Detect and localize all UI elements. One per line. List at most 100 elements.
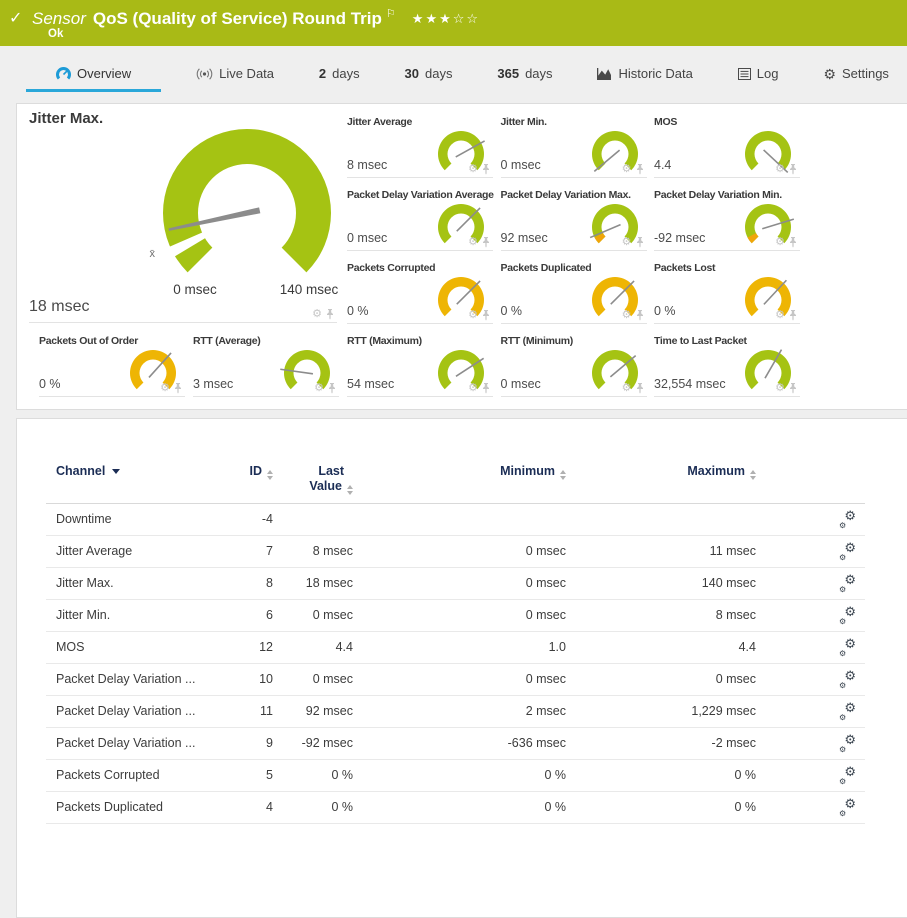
gear-icon[interactable]: ⚙ xyxy=(622,383,632,394)
gauge-title: Packet Delay Variation Min. xyxy=(654,189,782,201)
tab-settings[interactable]: ⚙ Settings xyxy=(813,57,899,92)
pin-icon[interactable] xyxy=(636,164,644,175)
tab-historic-data[interactable]: Historic Data xyxy=(587,57,702,92)
gauge-max-label: 140 msec xyxy=(280,282,339,297)
gauge-title: MOS xyxy=(654,116,677,128)
gauge-value: 92 msec xyxy=(501,231,548,245)
minimum-cell: 0 msec xyxy=(353,600,566,631)
log-icon xyxy=(738,68,751,80)
channel-settings-gears-icon[interactable]: ⚙⚙ xyxy=(839,608,856,624)
status-ok-check-icon: ✓ xyxy=(9,8,22,28)
gauges-panel: Jitter Max.18 msecx̄0 msec140 msec⚙Jitte… xyxy=(16,103,907,410)
gauge-cell: Jitter Average8 msec⚙ xyxy=(347,116,493,178)
gauge-icon xyxy=(56,67,71,80)
gauge-value: 32,554 msec xyxy=(654,377,726,391)
gear-icon[interactable]: ⚙ xyxy=(314,383,324,394)
channel-settings-gears-icon[interactable]: ⚙⚙ xyxy=(839,672,856,688)
pin-icon[interactable] xyxy=(636,383,644,394)
pin-icon[interactable] xyxy=(636,237,644,248)
id-cell: 4 xyxy=(226,792,273,823)
maximum-cell: 8 msec xyxy=(566,600,756,631)
gauge-cell: Packets Out of Order0 %⚙ xyxy=(39,335,185,397)
priority-stars[interactable]: ★★★☆☆ xyxy=(412,11,480,26)
gauge-value: 0 msec xyxy=(501,377,541,391)
pin-icon[interactable] xyxy=(328,383,336,394)
channel-settings-gears-icon[interactable]: ⚙⚙ xyxy=(839,800,856,816)
tab-365-days[interactable]: 365 days xyxy=(487,57,562,92)
channel-name-cell: Jitter Min. xyxy=(46,600,226,631)
priority-flag-icon[interactable]: ⚐ xyxy=(386,8,396,20)
pin-icon[interactable] xyxy=(482,164,490,175)
channel-name-cell: Packet Delay Variation ... xyxy=(46,664,226,695)
gear-icon[interactable]: ⚙ xyxy=(622,164,632,175)
channel-name-cell: Jitter Max. xyxy=(46,568,226,599)
gauge-cell: Packet Delay Variation Average0 msec⚙ xyxy=(347,189,493,251)
pin-icon[interactable] xyxy=(789,164,797,175)
gear-icon[interactable]: ⚙ xyxy=(468,383,478,394)
gauge-title: Packets Out of Order xyxy=(39,335,138,347)
column-header-channel[interactable]: Channel xyxy=(46,464,120,479)
id-cell: 8 xyxy=(226,568,273,599)
gauge-title: RTT (Maximum) xyxy=(347,335,422,347)
tab-2-days[interactable]: 2 days xyxy=(309,57,370,92)
channel-name-cell: Packet Delay Variation ... xyxy=(46,728,226,759)
tab-overview[interactable]: Overview xyxy=(26,57,161,92)
gear-icon[interactable]: ⚙ xyxy=(775,310,785,321)
column-header-minimum[interactable]: Minimum xyxy=(500,464,566,480)
gear-icon[interactable]: ⚙ xyxy=(622,237,632,248)
gear-icon: ⚙ xyxy=(823,67,836,81)
pin-icon[interactable] xyxy=(482,383,490,394)
channel-settings-gears-icon[interactable]: ⚙⚙ xyxy=(839,704,856,720)
minimum-cell: 0 % xyxy=(353,792,566,823)
last-value-cell: 92 msec xyxy=(273,696,353,727)
gauge-title: Packets Lost xyxy=(654,262,715,274)
gear-icon[interactable]: ⚙ xyxy=(775,383,785,394)
gauge-value: 3 msec xyxy=(193,377,233,391)
sort-arrows-icon xyxy=(267,470,273,480)
column-header-maximum[interactable]: Maximum xyxy=(687,464,756,480)
gauge-cell: Packets Corrupted 0 % ⚙ xyxy=(347,262,493,324)
column-header-last-value[interactable]: LastValue xyxy=(309,464,353,495)
channel-settings-gears-icon[interactable]: ⚙⚙ xyxy=(839,544,856,560)
pin-icon[interactable] xyxy=(482,237,490,248)
channel-settings-gears-icon[interactable]: ⚙⚙ xyxy=(839,640,856,656)
tab-bar: Overview Live Data 2 days 30 days 365 da… xyxy=(0,46,907,92)
gauge-value: 0 msec xyxy=(501,158,541,172)
gear-icon[interactable]: ⚙ xyxy=(468,237,478,248)
channel-settings-gears-icon[interactable]: ⚙⚙ xyxy=(839,736,856,752)
gauge-title: Packets Corrupted xyxy=(347,262,435,274)
channel-table-panel: Channel ID LastValue Minimum Maximum Dow… xyxy=(16,418,907,918)
gear-icon[interactable]: ⚙ xyxy=(468,164,478,175)
pin-icon[interactable] xyxy=(636,310,644,321)
channel-settings-gears-icon[interactable]: ⚙⚙ xyxy=(839,768,856,784)
gear-icon[interactable]: ⚙ xyxy=(468,310,478,321)
sort-arrows-icon xyxy=(347,485,353,495)
gear-icon[interactable]: ⚙ xyxy=(160,383,170,394)
gauge-title: Time to Last Packet xyxy=(654,335,747,347)
maximum-cell: 1,229 msec xyxy=(566,696,756,727)
gauge-min-label: 0 msec xyxy=(173,282,217,297)
pin-icon[interactable] xyxy=(789,310,797,321)
pin-icon[interactable] xyxy=(326,309,334,320)
channel-table: Channel ID LastValue Minimum Maximum Dow… xyxy=(46,464,865,824)
gauge-value: 0 % xyxy=(654,304,676,318)
pin-icon[interactable] xyxy=(174,383,182,394)
gear-icon[interactable]: ⚙ xyxy=(622,310,632,321)
gauge-value: 18 msec xyxy=(29,298,89,316)
gauge-value: 0 % xyxy=(347,304,369,318)
gear-icon[interactable]: ⚙ xyxy=(775,237,785,248)
tab-live-data[interactable]: Live Data xyxy=(186,57,284,92)
pin-icon[interactable] xyxy=(789,237,797,248)
tab-log[interactable]: Log xyxy=(728,57,789,92)
gauge-title: RTT (Minimum) xyxy=(501,335,574,347)
column-header-id[interactable]: ID xyxy=(250,464,274,480)
tab-30-days[interactable]: 30 days xyxy=(395,57,463,92)
pin-icon[interactable] xyxy=(789,383,797,394)
gear-icon[interactable]: ⚙ xyxy=(775,164,785,175)
gauge-value: 4.4 xyxy=(654,158,671,172)
gear-icon[interactable]: ⚙ xyxy=(312,309,322,320)
channel-settings-gears-icon[interactable]: ⚙⚙ xyxy=(839,576,856,592)
channel-name-cell: Packets Corrupted xyxy=(46,760,226,791)
channel-settings-gears-icon[interactable]: ⚙⚙ xyxy=(839,512,856,528)
pin-icon[interactable] xyxy=(482,310,490,321)
